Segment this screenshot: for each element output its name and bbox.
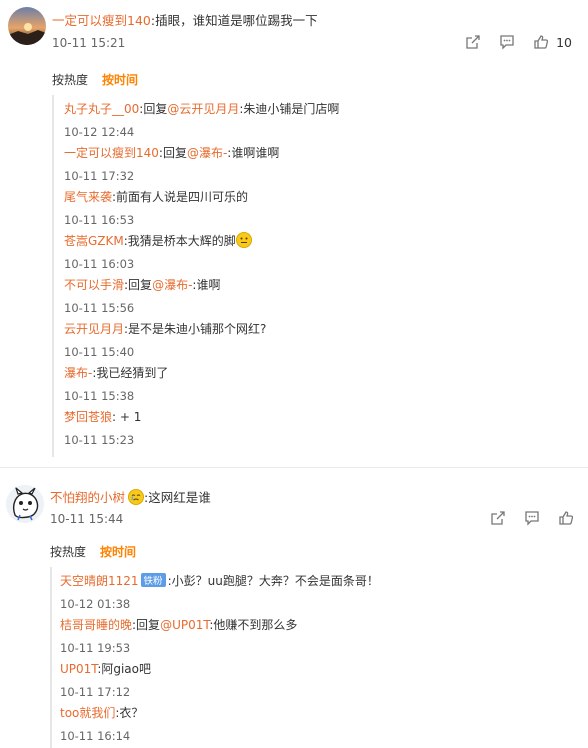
- reply-username[interactable]: 丸子丸子__00: [64, 102, 139, 116]
- reply-username[interactable]: 桔哥哥睡的晚: [60, 618, 132, 632]
- reply-item: 云开见月月:是不是朱迪小铺那个网红? 10-11 15:40: [64, 320, 564, 359]
- comment-button[interactable]: [499, 34, 515, 50]
- reply-text: :我猜是桥本大辉的脚: [123, 234, 236, 248]
- comment-header: 一定可以瘦到140:插眼，谁知道是哪位踢我一下: [52, 10, 318, 29]
- reply-item: 一定可以瘦到140:回复@瀑布-:谁啊谁啊 10-11 17:32: [64, 144, 564, 183]
- like-button[interactable]: [558, 510, 574, 526]
- reply-item: 梦回苍狼: + 1 10-11 15:23: [64, 408, 564, 447]
- reply-username[interactable]: too就我们: [60, 706, 115, 720]
- reply-username[interactable]: 不可以手滑: [64, 278, 124, 292]
- reply-prefix: :回复: [124, 278, 153, 292]
- crying-emoji-icon: [128, 489, 145, 505]
- reply-username[interactable]: 苍嵩GZKM: [64, 234, 124, 248]
- reply-item: UP01T:阿giao吧 10-11 17:12: [60, 660, 560, 699]
- username[interactable]: 不怕翔的小树: [50, 490, 125, 505]
- reply-text: : + 1: [112, 410, 142, 424]
- reply-text: :谁啊谁啊: [227, 146, 280, 160]
- reply-text: :阿giao吧: [97, 662, 152, 676]
- reply-username[interactable]: 瀑布-: [64, 366, 92, 380]
- sort-by-time[interactable]: 按时间: [102, 73, 138, 87]
- reply-text: :朱迪小铺是门店啊: [239, 102, 340, 116]
- mention-link[interactable]: @瀑布-: [187, 146, 227, 160]
- avatar[interactable]: [6, 485, 44, 523]
- reply-item: 瀑布-:我已经猜到了 10-11 15:38: [64, 364, 564, 403]
- mention-link[interactable]: @UP01T: [160, 618, 209, 632]
- reply-username[interactable]: 梦回苍狼: [64, 410, 112, 424]
- sort-by-time[interactable]: 按时间: [100, 545, 136, 559]
- comment-time: 10-11 15:44: [50, 512, 124, 526]
- share-button[interactable]: [490, 510, 506, 526]
- reply-sort: 按热度 按时间: [52, 71, 152, 88]
- reply-item: 苍嵩GZKM:我猜是桥本大辉的脚 10-11 16:03: [64, 232, 564, 271]
- reply-time: 10-11 15:40: [64, 345, 135, 359]
- share-icon: [466, 35, 480, 49]
- reply-item: 尾气来袭:前面有人说是四川可乐的 10-11 16:53: [64, 188, 564, 227]
- mention-link[interactable]: @云开见月月: [167, 102, 239, 116]
- username[interactable]: 一定可以瘦到140: [52, 13, 151, 28]
- reply-item: too就我们:衣？ 10-11 16:14: [60, 704, 560, 743]
- like-icon: [559, 511, 574, 525]
- reply-list: 天空晴朗1121 铁粉:小彭？uu跑腿？大奔？不会是面条哥！ 10-12 01:3…: [50, 567, 572, 748]
- comment-time: 10-11 15:21: [52, 36, 126, 50]
- reply-username[interactable]: 天空晴朗1121: [60, 574, 139, 588]
- reply-text: :前面有人说是四川可乐的: [112, 190, 249, 204]
- reply-time: 10-12 01:38: [60, 597, 131, 611]
- mention-link[interactable]: @瀑布-: [152, 278, 192, 292]
- reply-text: :是不是朱迪小铺那个网红?: [124, 322, 267, 336]
- avatar[interactable]: [8, 7, 46, 45]
- reply-time: 10-11 15:23: [64, 433, 135, 447]
- reply-prefix: :回复: [132, 618, 161, 632]
- reply-prefix: :回复: [158, 146, 187, 160]
- reply-time: 10-11 17:12: [60, 685, 131, 699]
- reply-username[interactable]: UP01T: [60, 662, 97, 676]
- reply-text: :我已经猜到了: [92, 366, 169, 380]
- reply-item: 丸子丸子__00:回复@云开见月月:朱迪小铺是门店啊 10-12 12:44: [64, 100, 564, 139]
- reply-item: 桔哥哥睡的晚:回复@UP01T:他赚不到那么多 10-11 19:53: [60, 616, 560, 655]
- comment-header: 不怕翔的小树 :这网红是谁: [50, 487, 211, 506]
- comment-icon: [500, 35, 514, 50]
- comment-actions: 10: [447, 34, 572, 50]
- reply-time: 10-11 16:53: [64, 213, 135, 227]
- reply-text: :他赚不到那么多: [209, 618, 298, 632]
- comment-icon: [525, 511, 539, 526]
- reply-time: 10-12 12:44: [64, 125, 135, 139]
- like-button[interactable]: 10: [533, 34, 572, 50]
- like-icon: [534, 35, 549, 49]
- reply-text: :小彭？uu跑腿？大奔？不会是面条哥！: [167, 574, 379, 588]
- reply-username[interactable]: 一定可以瘦到140: [64, 146, 159, 160]
- reply-sort: 按热度 按时间: [50, 543, 150, 560]
- sort-by-hot[interactable]: 按热度: [50, 545, 86, 559]
- reply-username[interactable]: 云开见月月: [64, 322, 124, 336]
- comment-1: 一定可以瘦到140:插眼，谁知道是哪位踢我一下 10-11 15:21 10 按…: [0, 0, 588, 465]
- share-icon: [491, 511, 505, 525]
- comment-text: :这网红是谁: [144, 490, 211, 505]
- fan-badge: 铁粉: [140, 573, 166, 587]
- reply-time: 10-11 17:32: [64, 169, 135, 183]
- comment-text: :插眼，谁知道是哪位踢我一下: [150, 13, 318, 28]
- like-count: 10: [556, 34, 572, 50]
- reply-list: 丸子丸子__00:回复@云开见月月:朱迪小铺是门店啊 10-12 12:44 一…: [52, 95, 574, 457]
- reply-time: 10-11 15:38: [64, 389, 135, 403]
- share-button[interactable]: [465, 34, 481, 50]
- reply-time: 10-11 16:03: [64, 257, 135, 271]
- comment-2: 不怕翔的小树 :这网红是谁 10-11 15:44 按热度 按时间 天空晴朗1121…: [0, 468, 588, 748]
- reply-item: 天空晴朗1121 铁粉:小彭？uu跑腿？大奔？不会是面条哥！ 10-12 01:3…: [60, 572, 560, 611]
- reply-text: :衣？: [115, 706, 144, 720]
- comment-actions: [472, 510, 574, 526]
- reply-time: 10-11 15:56: [64, 301, 135, 315]
- comment-button[interactable]: [524, 510, 540, 526]
- reply-text: :谁啊: [192, 278, 221, 292]
- reply-prefix: :回复: [139, 102, 168, 116]
- reply-time: 10-11 19:53: [60, 641, 131, 655]
- reply-time: 10-11 16:14: [60, 729, 131, 743]
- smiley-emoji-icon: [235, 232, 252, 248]
- reply-item: 不可以手滑:回复@瀑布-:谁啊 10-11 15:56: [64, 276, 564, 315]
- reply-username[interactable]: 尾气来袭: [64, 190, 112, 204]
- sort-by-hot[interactable]: 按热度: [52, 73, 88, 87]
